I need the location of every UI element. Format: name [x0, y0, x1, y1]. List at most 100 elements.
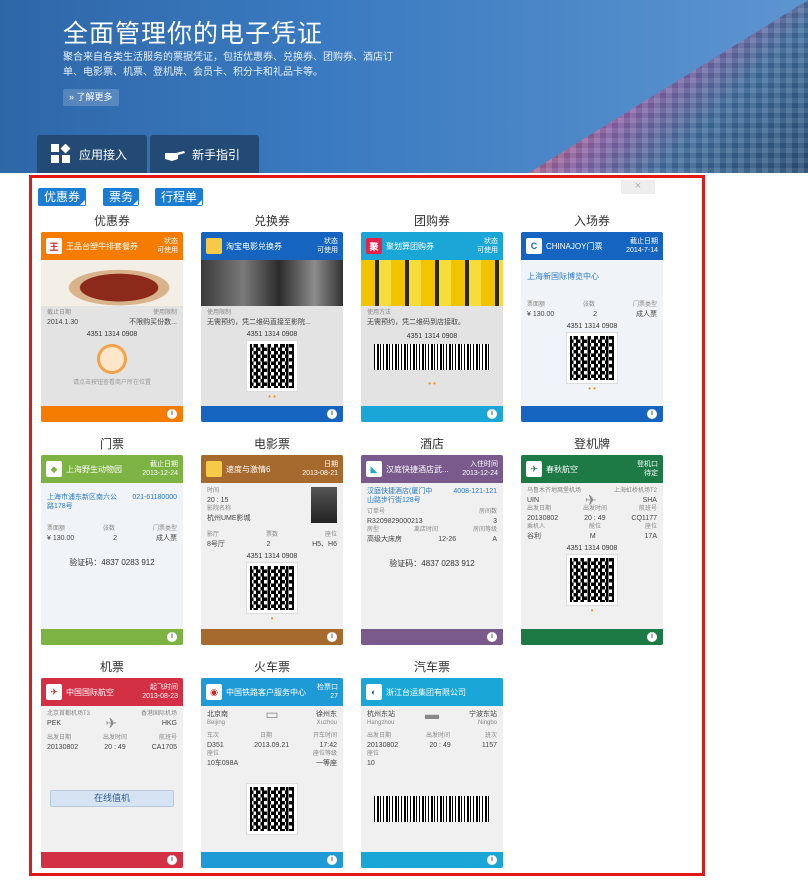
- brand-logo: C: [526, 238, 542, 254]
- movie-poster: [201, 260, 343, 306]
- value: CQ1177: [631, 515, 657, 522]
- tab-label: 新手指引: [192, 147, 241, 162]
- hero-banner: 全面管理你的电子凭证 聚合来自各类生活服务的票据凭证，包括优惠券、兑换券、团购券…: [0, 0, 808, 173]
- brand-logo: ◐: [366, 684, 382, 700]
- info-icon[interactable]: i: [647, 409, 657, 419]
- card-head-name: 聚划算团购券: [386, 241, 434, 251]
- brand-logo: ◆: [46, 461, 62, 477]
- info-icon[interactable]: i: [167, 632, 177, 642]
- label: 座位: [207, 751, 220, 757]
- value: 无需预约，凭二维码直接至影院...: [207, 319, 311, 326]
- close-button[interactable]: ×: [621, 180, 655, 194]
- label: 上海虹桥机场T2: [613, 488, 657, 494]
- label: 张数: [582, 302, 595, 308]
- label: 开车时间: [312, 733, 337, 739]
- label: 出发日期: [527, 506, 552, 512]
- online-checkin-button[interactable]: 在线值机: [50, 790, 174, 807]
- bus-icon: ▬: [425, 706, 439, 722]
- value: 徐州东: [315, 711, 337, 718]
- plane-icon: ✈: [584, 492, 597, 508]
- ticket-code: 4351 1314 0908: [566, 323, 618, 330]
- chip-coupons[interactable]: 优惠券: [38, 188, 87, 206]
- card-title: 兑换券: [253, 214, 290, 228]
- card-head-name: 中国国际航空: [66, 687, 114, 697]
- card-title: 门票: [99, 437, 124, 451]
- info-icon[interactable]: i: [167, 855, 177, 865]
- value: ¥ 130.00: [527, 311, 555, 318]
- tab-beginner-guide[interactable]: 新手指引: [150, 135, 259, 173]
- value: PEK: [47, 720, 62, 727]
- value: CA1705: [151, 744, 177, 751]
- tab-app-access[interactable]: 应用接入: [37, 135, 147, 173]
- label: 时间: [207, 488, 220, 494]
- label: 票数: [265, 532, 278, 538]
- steak-photo: [41, 260, 183, 306]
- value: 宁波东站: [469, 711, 497, 718]
- info-icon[interactable]: i: [327, 855, 337, 865]
- info-icon[interactable]: i: [167, 409, 177, 419]
- label: Ningbo: [477, 720, 497, 726]
- page-dots: • •: [268, 392, 276, 401]
- label: 票面额: [47, 526, 66, 532]
- value: 2014.1.30: [47, 319, 79, 326]
- qr-code: [566, 332, 618, 384]
- info-icon[interactable]: i: [487, 632, 497, 642]
- value: 20 : 15: [207, 497, 229, 504]
- brand-logo: ✈: [46, 684, 62, 700]
- label: 车次: [207, 733, 220, 739]
- info-icon[interactable]: i: [487, 409, 497, 419]
- card-title: 机票: [99, 660, 124, 674]
- ticket-code: 4351 1314 0908: [86, 331, 138, 338]
- value: 20130802: [527, 515, 559, 522]
- label: 航班号: [158, 735, 177, 741]
- label: 出发时间: [102, 735, 127, 741]
- label: Beijing: [207, 720, 226, 726]
- chip-itinerary[interactable]: 行程单: [155, 188, 204, 206]
- qr-code: [246, 783, 298, 835]
- card-head-name: 速度与激情6: [226, 464, 271, 474]
- card-title: 登机牌: [573, 437, 610, 451]
- value: A: [492, 536, 497, 543]
- card-status: 检票口 27: [317, 684, 338, 700]
- chip-tickets[interactable]: 票务: [103, 188, 140, 206]
- info-icon[interactable]: i: [487, 855, 497, 865]
- label: 北京首都机场T3: [47, 711, 91, 717]
- value: 成人票: [636, 311, 657, 318]
- address: 上海市浦东新区南六公路178号: [47, 494, 117, 510]
- info-icon[interactable]: i: [327, 409, 337, 419]
- train-icon: ▭: [265, 706, 279, 722]
- product-photo: [361, 260, 503, 306]
- phone: 4008-121-121: [453, 488, 497, 495]
- label: 座位: [367, 751, 380, 757]
- value: D351: [207, 742, 224, 749]
- label: 乘机人: [527, 524, 546, 530]
- venue: 上海新国际博览中心: [527, 272, 599, 281]
- card-title: 优惠券: [93, 214, 130, 228]
- location-button[interactable]: [97, 344, 127, 374]
- card-head-name: 浙江台运集团有限公司: [386, 687, 466, 697]
- hint-text: 请点击按钮查看商户所在位置: [72, 380, 151, 386]
- value: 20 : 49: [429, 742, 451, 749]
- card-status: 日期 2013-08-21: [302, 461, 338, 477]
- barcode: [374, 796, 490, 822]
- learn-more-button[interactable]: » 了解更多: [63, 89, 119, 106]
- card-status: 状态 可使用: [157, 238, 178, 254]
- card-title: 酒店: [419, 437, 444, 451]
- value: 10车098A: [207, 760, 239, 767]
- value: 17:42: [319, 742, 337, 749]
- value: UIN: [527, 497, 540, 504]
- info-icon[interactable]: i: [327, 632, 337, 642]
- value: M: [589, 533, 596, 540]
- value: 12-26: [438, 536, 457, 543]
- label: Hangzhou: [367, 720, 395, 726]
- label: 使用限制: [207, 310, 232, 316]
- card-status: 起飞时间 2013-08-23: [142, 684, 178, 700]
- label: 截止日期: [47, 310, 72, 316]
- page-dots: •: [270, 614, 274, 623]
- info-icon[interactable]: i: [647, 632, 657, 642]
- label: 日期: [259, 733, 272, 739]
- label: 航班号: [638, 506, 657, 512]
- label: 出发时间: [582, 506, 607, 512]
- label: 订单号: [367, 509, 386, 515]
- hero-description: 聚合来自各类生活服务的票据凭证，包括优惠券、兑换券、团购券、酒店订单、电影票、机…: [63, 52, 393, 78]
